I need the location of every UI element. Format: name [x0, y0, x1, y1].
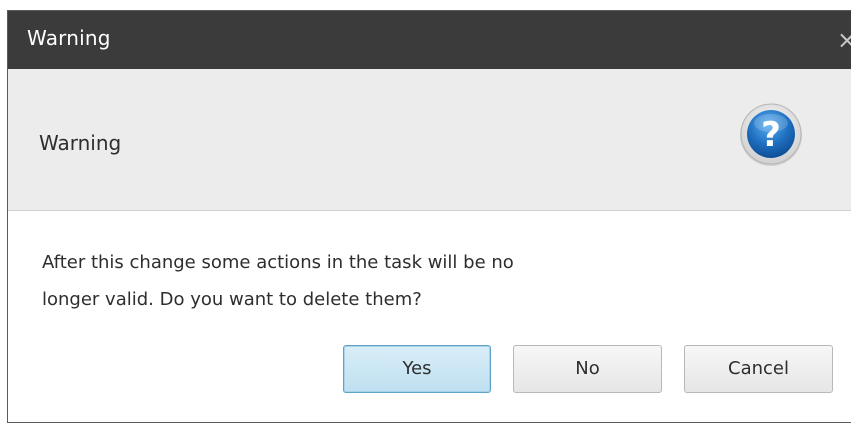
close-icon[interactable]: ×: [837, 27, 851, 53]
message-line-2: longer valid. Do you want to delete them…: [42, 289, 422, 310]
question-icon: ?: [740, 103, 802, 166]
window-title: Warning: [27, 26, 111, 50]
dialog-header: Warning ?: [8, 69, 851, 211]
dialog-message: After this change some actions in the ta…: [42, 244, 682, 318]
cancel-button[interactable]: Cancel: [684, 345, 833, 393]
warning-dialog: Warning × Warning ? After: [7, 10, 851, 423]
message-line-1: After this change some actions in the ta…: [42, 252, 514, 273]
no-button[interactable]: No: [513, 345, 662, 393]
header-title: Warning: [39, 131, 122, 155]
title-bar[interactable]: Warning ×: [8, 11, 851, 69]
yes-button[interactable]: Yes: [343, 345, 491, 393]
svg-text:?: ?: [761, 115, 781, 155]
